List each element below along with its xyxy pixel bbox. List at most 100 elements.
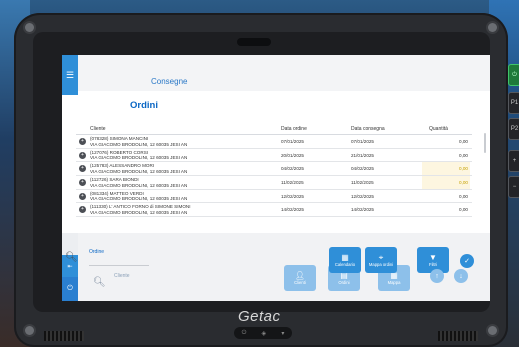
add-icon[interactable]: +: [79, 192, 86, 200]
column-header-data-consegna[interactable]: Data consegna: [351, 126, 385, 132]
download-button[interactable]: ↓: [454, 269, 468, 283]
map-orders-button[interactable]: ⌖ Mappa ordini: [365, 247, 397, 273]
person-icon: 👤︎: [294, 271, 306, 280]
add-icon[interactable]: +: [79, 179, 86, 187]
upload-button[interactable]: ↑: [430, 269, 444, 283]
delivery-date-cell: 07/01/2025: [351, 139, 374, 144]
map-pin-icon: ⌖: [378, 253, 384, 262]
table-row[interactable]: + (081334) MATTEO VERDI VIA GIACOMO BRODO…: [76, 190, 472, 204]
menu-icon[interactable]: ▾: [281, 330, 284, 337]
calendar-button[interactable]: ▦ Calendario: [329, 247, 361, 273]
client-cell: (127076) ROBERTO CORSI VIA GIACOMO BRODOL…: [90, 150, 187, 161]
map-orders-label: Mappa ordini: [368, 262, 394, 267]
hamburger-menu-button[interactable]: ☰: [62, 55, 78, 95]
add-icon[interactable]: +: [79, 165, 86, 173]
screw: [488, 326, 497, 335]
screw: [25, 326, 34, 335]
client-cell: (081334) MATTEO VERDI VIA GIACOMO BRODOLI…: [90, 191, 187, 202]
order-date-cell: 12/02/2025: [281, 193, 304, 199]
filter-icon: ▼: [429, 253, 437, 262]
quantity-value: 0,00: [459, 139, 468, 144]
client-address: VIA GIACOMO BRODOLINI, 12 60035 JESI AN: [90, 155, 188, 161]
camera: [237, 38, 271, 46]
clients-label: Clienti: [294, 280, 306, 285]
client-address: VIA GIACOMO BRODOLINI, 12 60035 JESI AN: [90, 182, 188, 188]
page-title: Ordini: [130, 100, 158, 111]
client-cell: (125783) ALESSANDRO MORI VIA GIACOMO BROD…: [90, 163, 187, 174]
clients-button[interactable]: 👤︎ Clienti: [284, 265, 316, 291]
orders-table: Cliente Data ordine Data consegna Quanti…: [76, 123, 472, 218]
client-cell: (112726) SARA BIONDI VIA GIACOMO BRODOLIN…: [90, 177, 187, 188]
client-filter-label: Cliente: [114, 273, 130, 279]
search-icon[interactable]: 🔍︎: [65, 252, 78, 263]
client-address: VIA GIACOMO BRODOLINI, 12 60035 JESI AN: [90, 196, 188, 202]
screw: [25, 23, 34, 32]
column-header-cliente[interactable]: Cliente: [90, 126, 106, 132]
quantity-value: 0,00: [459, 166, 468, 172]
quantity-value: 0,00: [459, 152, 468, 158]
p2-side-button[interactable]: P2: [508, 118, 519, 140]
client-cell: (111330) L' ANTICO FORNO di SIMONE SIMON…: [90, 204, 191, 215]
order-date-cell: 11/02/2025: [281, 180, 304, 186]
power-icon[interactable]: ⏻: [242, 330, 247, 337]
power-side-button[interactable]: ⏻: [508, 64, 519, 86]
search-icon[interactable]: 🔍︎: [93, 277, 106, 288]
table-header: Cliente Data ordine Data consegna Quanti…: [76, 123, 472, 135]
orders-label: Ordini: [338, 280, 350, 285]
order-date-cell: 20/01/2025: [281, 152, 304, 158]
table-row[interactable]: + (112726) SARA BIONDI VIA GIACOMO BRODOL…: [76, 176, 472, 190]
volume-down-button[interactable]: −: [508, 176, 519, 198]
p1-side-button[interactable]: P1: [508, 92, 519, 114]
delivery-date-cell: 11/02/2025: [351, 180, 374, 186]
client-address: VIA GIACOMO BRODOLINI, 12 60035 JESI AN: [90, 141, 188, 147]
confirm-button[interactable]: ✓: [460, 254, 474, 268]
column-header-data-ordine[interactable]: Data ordine: [281, 126, 307, 132]
quantity-cell: 0,00: [422, 162, 470, 176]
add-icon[interactable]: +: [79, 151, 86, 159]
quantity-cell: 0,00: [422, 190, 470, 203]
table-scrollbar[interactable]: [484, 133, 486, 153]
power-icon[interactable]: ⏻: [62, 277, 78, 301]
table-row[interactable]: + (125783) ALESSANDRO MORI VIA GIACOMO BR…: [76, 162, 472, 177]
down-arrow-icon: ↓: [459, 272, 463, 280]
rotate-icon[interactable]: ◈: [262, 330, 267, 337]
table-row[interactable]: + (111330) L' ANTICO FORNO di SIMONE SIM…: [76, 203, 472, 218]
order-date-cell: 14/02/2025: [281, 207, 304, 213]
map-label: Mappa: [387, 280, 401, 285]
calendar-icon: ▦: [341, 253, 349, 262]
app-title: Consegne: [151, 77, 188, 86]
quantity-value: 0,00: [459, 193, 468, 199]
column-header-quantita[interactable]: Quantità: [429, 126, 448, 132]
order-date-cell: 04/02/2025: [281, 166, 304, 172]
table-row[interactable]: + (078328) SIMONA MANCINI VIA GIACOMO BRO…: [76, 135, 472, 149]
add-icon[interactable]: +: [79, 138, 86, 145]
screw: [488, 23, 497, 32]
calendar-label: Calendario: [334, 262, 356, 267]
app-header: [62, 55, 490, 91]
delivery-date-cell: 21/01/2025: [351, 152, 374, 158]
delivery-date-cell: 12/02/2025: [351, 193, 374, 199]
side-strip: ⇤ ⏻: [62, 233, 78, 301]
check-icon: ✓: [464, 258, 470, 265]
quantity-cell: 0,00: [422, 135, 470, 148]
order-date-cell: 07/01/2025: [281, 139, 304, 144]
client-cell: (078328) SIMONA MANCINI VIA GIACOMO BRODO…: [90, 136, 187, 147]
quantity-value: 0,00: [459, 207, 468, 213]
device-brand-logo: Getac: [238, 308, 281, 325]
speaker-grille: [44, 331, 84, 341]
filter-label: Filtri: [429, 262, 437, 267]
table-row[interactable]: + (127076) ROBERTO CORSI VIA GIACOMO BROD…: [76, 149, 472, 163]
client-address: VIA GIACOMO BRODOLINI, 12 60035 JESI AN: [90, 168, 188, 174]
app-screen: ☰ Consegne Ordini Cliente Data ordine Da…: [62, 55, 490, 301]
volume-up-button[interactable]: +: [508, 150, 519, 172]
client-address: VIA GIACOMO BRODOLINI, 12 60035 JESI AN: [90, 210, 188, 216]
order-filter-input[interactable]: [89, 265, 149, 266]
quantity-cell: 0,00: [422, 149, 470, 162]
hardware-buttons[interactable]: ⏻ ◈ ▾: [234, 327, 292, 339]
add-icon[interactable]: +: [79, 206, 86, 214]
delivery-date-cell: 14/02/2025: [351, 207, 374, 213]
quantity-cell: 0,00: [422, 203, 470, 216]
quantity-value: 0,00: [459, 180, 468, 186]
order-filter-label: Ordine: [89, 249, 105, 255]
delivery-date-cell: 04/02/2025: [351, 166, 374, 172]
